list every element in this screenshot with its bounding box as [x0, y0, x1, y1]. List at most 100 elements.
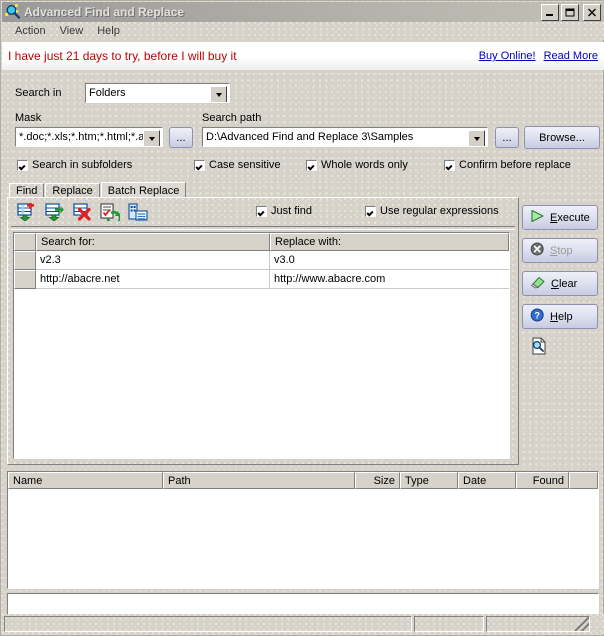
search-path-label: Search path	[202, 112, 262, 124]
toolbar-separator	[11, 226, 515, 230]
trial-banner: I have just 21 days to try, before I wil…	[2, 42, 604, 70]
stop-label: Stop	[550, 244, 573, 257]
execute-button[interactable]: Execute	[522, 205, 598, 230]
table-row[interactable]: http://abacre.net http://www.abacre.com	[14, 270, 509, 289]
stop-button[interactable]: Stop	[522, 238, 598, 263]
import-list-icon[interactable]	[100, 203, 122, 226]
tab-label: Replace	[52, 185, 93, 197]
question-icon: ?	[530, 308, 545, 325]
checkbox-label: Confirm before replace	[459, 159, 571, 171]
batch-replace-panel: Just find Use regular expressions Search…	[7, 197, 519, 465]
clear-label: Clear	[551, 277, 578, 290]
checkbox-label: Case sensitive	[209, 159, 281, 171]
cell-replace-with[interactable]: v3.0	[270, 251, 509, 270]
grid-toolbar: Just find Use regular expressions	[8, 198, 518, 226]
banner-links: Buy Online! Read More	[479, 50, 598, 62]
checkbox-just-find[interactable]: Just find	[255, 204, 312, 218]
menu-item-help[interactable]: Help	[90, 24, 127, 38]
search-path-combo[interactable]: D:\Advanced Find and Replace 3\Samples	[201, 126, 489, 148]
window-title: Advanced Find and Replace	[24, 5, 185, 19]
checkbox-label: Just find	[271, 205, 312, 217]
checkmark-icon	[193, 158, 206, 172]
minimize-button[interactable]	[541, 4, 559, 21]
grid-corner-cell	[14, 233, 36, 251]
results-column-path[interactable]: Path	[163, 472, 355, 489]
search-in-value: Folders	[89, 87, 126, 99]
grid-column-replace-with[interactable]: Replace with:	[270, 233, 509, 251]
search-options-panel: Search in Folders Mask *.doc;*.xls;*.htm…	[6, 73, 600, 177]
table-row[interactable]: v2.3 v3.0	[14, 251, 509, 270]
action-buttons-panel: Execute Stop Clear ? Help	[522, 205, 600, 358]
results-column-date[interactable]: Date	[458, 472, 516, 489]
stop-icon	[530, 242, 545, 259]
chevron-down-icon[interactable]	[468, 130, 485, 146]
cell-search-for[interactable]: http://abacre.net	[36, 270, 270, 289]
play-icon	[530, 209, 545, 226]
magnifier-icon	[5, 4, 21, 20]
menu-item-view[interactable]: View	[53, 24, 91, 38]
mask-combo[interactable]: *.doc;*.xls;*.htm;*.html;*.as	[14, 126, 164, 148]
checkmark-icon	[305, 158, 318, 172]
results-column-filler	[569, 472, 598, 489]
resize-grip-icon[interactable]	[575, 617, 589, 631]
checkmark-icon	[255, 204, 268, 218]
browse-button[interactable]: Browse...	[524, 126, 600, 149]
row-selector[interactable]	[14, 270, 36, 289]
checkbox-label: Use regular expressions	[380, 205, 499, 217]
edit-row-icon[interactable]	[44, 203, 64, 222]
tab-replace[interactable]: Replace	[45, 183, 100, 198]
grid-column-search-for[interactable]: Search for:	[36, 233, 270, 251]
results-column-size[interactable]: Size	[355, 472, 400, 489]
title-bar: Advanced Find and Replace	[2, 2, 604, 22]
replace-pairs-grid[interactable]: Search for: Replace with: v2.3 v3.0 http…	[12, 231, 511, 460]
checkbox-use-regular-expressions[interactable]: Use regular expressions	[364, 204, 499, 218]
results-header-row: Name Path Size Type Date Found	[8, 472, 598, 489]
mask-browse-button[interactable]: ...	[169, 127, 193, 148]
export-list-icon[interactable]	[128, 203, 148, 221]
tab-label: Batch Replace	[107, 185, 180, 197]
checkbox-confirm-before-replace[interactable]: Confirm before replace	[443, 158, 571, 172]
search-in-combo[interactable]: Folders	[84, 82, 231, 104]
status-panel-message	[4, 616, 412, 632]
cell-replace-with[interactable]: http://www.abacre.com	[270, 270, 509, 289]
status-panel-tertiary	[486, 616, 590, 632]
checkbox-label: Search in subfolders	[32, 159, 133, 171]
row-selector[interactable]	[14, 251, 36, 270]
chevron-down-icon[interactable]	[143, 130, 160, 146]
close-button[interactable]	[583, 4, 601, 21]
trial-message: I have just 21 days to try, before I wil…	[8, 49, 237, 63]
menu-bar: Action View Help	[2, 22, 604, 40]
tab-label: Find	[16, 185, 38, 197]
results-list[interactable]: Name Path Size Type Date Found	[6, 470, 600, 590]
read-more-link[interactable]: Read More	[544, 50, 598, 62]
menu-item-action[interactable]: Action	[8, 24, 53, 38]
help-button[interactable]: ? Help	[522, 304, 598, 329]
chevron-down-icon[interactable]	[210, 86, 227, 102]
clear-button[interactable]: Clear	[522, 271, 598, 296]
mask-label: Mask	[15, 112, 42, 124]
checkmark-icon	[16, 158, 29, 172]
tab-find[interactable]: Find	[9, 183, 45, 198]
document-search-icon[interactable]	[530, 337, 548, 358]
status-panel-secondary	[414, 616, 484, 632]
application-window: Advanced Find and Replace Action View He…	[0, 0, 604, 636]
checkbox-case-sensitive[interactable]: Case sensitive	[193, 158, 281, 172]
buy-online-link[interactable]: Buy Online!	[479, 50, 536, 62]
results-column-name[interactable]: Name	[8, 472, 163, 489]
checkbox-whole-words-only[interactable]: Whole words only	[305, 158, 408, 172]
maximize-button[interactable]	[561, 4, 579, 21]
help-label: Help	[550, 310, 573, 323]
results-column-type[interactable]: Type	[400, 472, 458, 489]
checkbox-search-in-subfolders[interactable]: Search in subfolders	[16, 158, 133, 172]
search-path-value: D:\Advanced Find and Replace 3\Samples	[206, 131, 414, 143]
grid-header-row: Search for: Replace with:	[14, 233, 509, 251]
results-column-found[interactable]: Found	[516, 472, 569, 489]
path-dots-button[interactable]: ...	[495, 127, 519, 148]
tab-strip: Find Replace Batch Replace	[9, 182, 519, 199]
add-row-icon[interactable]	[16, 201, 36, 222]
status-bar	[2, 614, 604, 634]
checkbox-label: Whole words only	[321, 159, 408, 171]
delete-row-icon[interactable]	[72, 203, 92, 221]
mask-value: *.doc;*.xls;*.htm;*.html;*.as	[19, 131, 150, 143]
cell-search-for[interactable]: v2.3	[36, 251, 270, 270]
